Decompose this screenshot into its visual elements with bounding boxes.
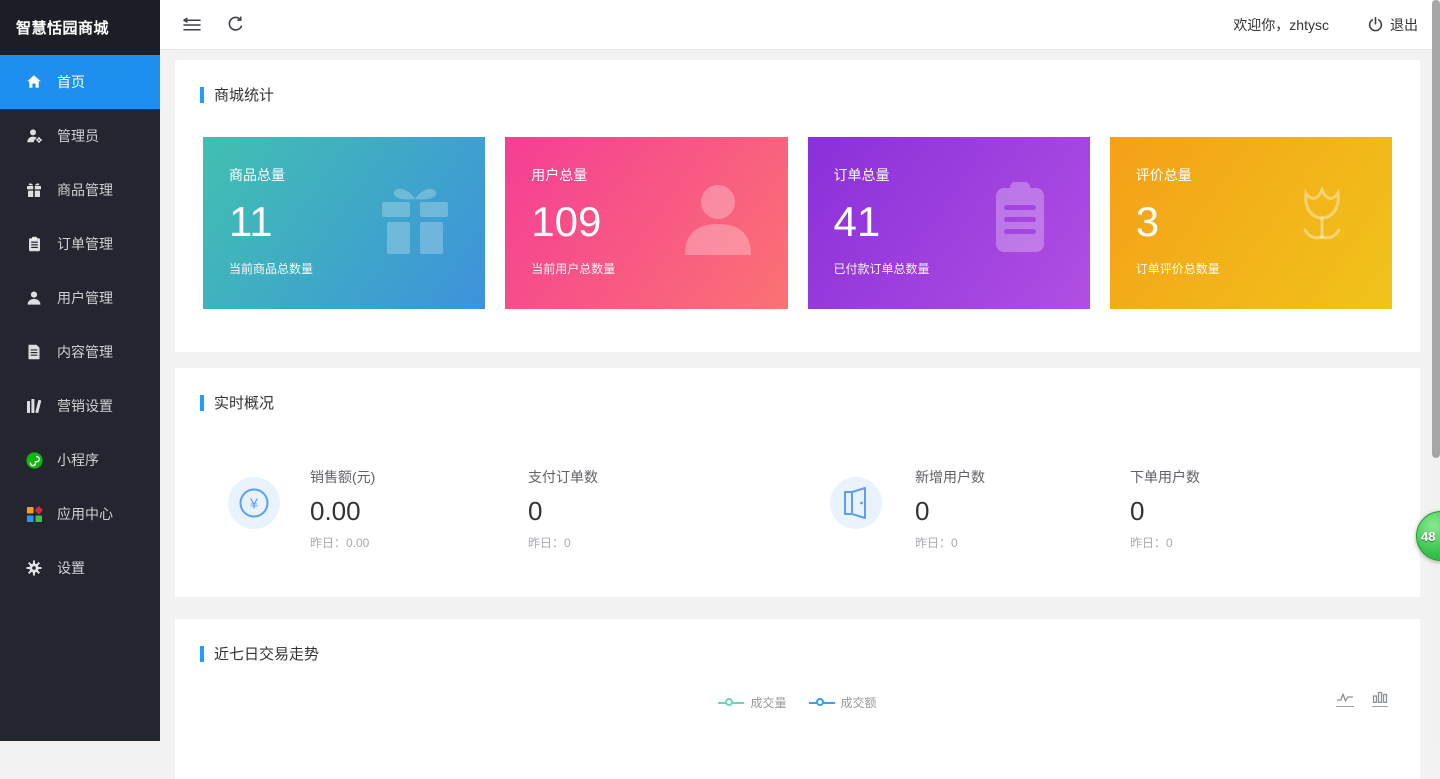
stat-label: 下单用户数 — [1130, 467, 1200, 487]
clipboard-icon — [974, 173, 1066, 270]
stat-yesterday: 昨日：0 — [915, 534, 1130, 551]
legend-item-amount[interactable]: 成交额 — [809, 694, 877, 711]
sidebar-item-miniprogram[interactable]: 小程序 — [0, 433, 160, 487]
badge-count: 48 — [1421, 529, 1435, 544]
power-icon — [1367, 16, 1384, 33]
line-chart-icon[interactable] — [1336, 691, 1354, 707]
stat-paid-orders: 支付订单数 0 昨日：0 — [528, 467, 830, 551]
logout-button[interactable]: 退出 — [1367, 15, 1418, 35]
sidebar-item-products[interactable]: 商品管理 — [0, 163, 160, 217]
logout-label: 退出 — [1390, 15, 1418, 35]
stat-label: 销售额(元) — [310, 467, 528, 487]
trend-panel: 近七日交易走势 成交量 成交额 — [175, 619, 1420, 779]
document-icon — [24, 344, 44, 360]
main-content: 商城统计 商品总量 11 当前商品总数量 用户总量 109 当前用户总数量 — [160, 50, 1432, 779]
app-logo-title: 智慧恬园商城 — [0, 0, 160, 55]
stat-card-reviews: 评价总量 3 订单评价总数量 — [1110, 137, 1392, 309]
legend-label: 成交额 — [841, 694, 877, 711]
sidebar-item-marketing[interactable]: 营销设置 — [0, 379, 160, 433]
legend-marker-icon — [718, 697, 744, 709]
sidebar-item-label: 管理员 — [57, 126, 99, 146]
home-icon — [24, 74, 44, 90]
top-header: 欢迎你，zhtysc 退出 — [160, 0, 1440, 50]
admin-icon — [24, 128, 44, 144]
sidebar-item-label: 营销设置 — [57, 396, 113, 416]
sidebar-item-label: 应用中心 — [57, 504, 113, 524]
section-title-realtime: 实时概况 — [175, 368, 1420, 413]
section-title-text: 实时概况 — [214, 392, 274, 413]
stat-card-users: 用户总量 109 当前用户总数量 — [505, 137, 787, 309]
stat-new-users: 新增用户数 0 昨日：0 — [915, 467, 1130, 551]
scrollbar-thumb[interactable] — [1432, 0, 1440, 458]
apps-grid-icon — [24, 506, 44, 523]
legend-marker-icon — [809, 697, 835, 709]
user-icon — [672, 173, 764, 270]
bar-chart-icon[interactable] — [1372, 691, 1388, 707]
stat-yesterday: 昨日：0.00 — [310, 534, 528, 551]
sidebar-item-settings[interactable]: 设置 — [0, 541, 160, 595]
section-title-text: 商城统计 — [214, 84, 274, 105]
realtime-stats-row: ¥ 销售额(元) 0.00 昨日：0.00 支付订单数 0 昨日：0 新增用户数… — [175, 467, 1420, 551]
flower-icon — [1276, 173, 1368, 270]
legend-label: 成交量 — [750, 694, 786, 711]
sidebar-item-label: 用户管理 — [57, 288, 113, 308]
svg-text:¥: ¥ — [249, 496, 259, 513]
stat-value: 0.00 — [310, 496, 528, 527]
gift-icon — [369, 173, 461, 270]
sidebar: 智慧恬园商城 首页 管理员 商品管理 订单管理 用户管理 内容管理 — [0, 0, 160, 741]
realtime-panel: 实时概况 ¥ 销售额(元) 0.00 昨日：0.00 支付订单数 0 昨日：0 … — [175, 368, 1420, 597]
clipboard-icon — [24, 236, 44, 252]
stat-label: 新增用户数 — [915, 467, 1130, 487]
gear-icon — [24, 560, 44, 576]
stat-sales: 销售额(元) 0.00 昨日：0.00 — [310, 467, 528, 551]
section-title-trend: 近七日交易走势 — [175, 619, 1420, 664]
section-title-mall-stats: 商城统计 — [175, 60, 1420, 105]
chart-toolbox — [1336, 691, 1388, 707]
mall-stats-panel: 商城统计 商品总量 11 当前商品总数量 用户总量 109 当前用户总数量 — [175, 60, 1420, 352]
sidebar-item-label: 首页 — [57, 72, 85, 92]
collapse-menu-icon[interactable] — [182, 17, 202, 33]
sidebar-item-label: 设置 — [57, 558, 85, 578]
sidebar-item-content[interactable]: 内容管理 — [0, 325, 160, 379]
stat-value: 0 — [528, 496, 830, 527]
stat-card-products: 商品总量 11 当前商品总数量 — [203, 137, 485, 309]
section-title-text: 近七日交易走势 — [214, 643, 319, 664]
gift-icon — [24, 182, 44, 198]
title-accent-bar — [200, 87, 204, 103]
refresh-icon[interactable] — [226, 15, 245, 34]
stat-yesterday: 昨日：0 — [1130, 534, 1200, 551]
door-icon — [830, 477, 882, 529]
welcome-text: 欢迎你，zhtysc — [1233, 15, 1329, 35]
legend-item-volume[interactable]: 成交量 — [718, 694, 786, 711]
title-accent-bar — [200, 646, 204, 662]
sidebar-item-label: 内容管理 — [57, 342, 113, 362]
title-accent-bar — [200, 395, 204, 411]
stat-cards-row: 商品总量 11 当前商品总数量 用户总量 109 当前用户总数量 订单总量 41… — [175, 137, 1420, 309]
stat-yesterday: 昨日：0 — [528, 534, 830, 551]
sidebar-item-label: 订单管理 — [57, 234, 113, 254]
stat-card-orders: 订单总量 41 已付款订单总数量 — [808, 137, 1090, 309]
sidebar-item-orders[interactable]: 订单管理 — [0, 217, 160, 271]
page-scrollbar — [1432, 0, 1440, 741]
sidebar-item-admin[interactable]: 管理员 — [0, 109, 160, 163]
miniprogram-icon — [24, 452, 44, 469]
sidebar-item-users[interactable]: 用户管理 — [0, 271, 160, 325]
sidebar-item-home[interactable]: 首页 — [0, 55, 160, 109]
stat-value: 0 — [1130, 496, 1200, 527]
yen-circle-icon: ¥ — [228, 477, 280, 529]
chart-legend: 成交量 成交额 — [175, 694, 1420, 711]
sidebar-item-label: 商品管理 — [57, 180, 113, 200]
user-icon — [24, 290, 44, 306]
stat-ordering-users: 下单用户数 0 昨日：0 — [1130, 467, 1200, 551]
sidebar-item-appcenter[interactable]: 应用中心 — [0, 487, 160, 541]
stat-label: 支付订单数 — [528, 467, 830, 487]
stat-value: 0 — [915, 496, 1130, 527]
sidebar-item-label: 小程序 — [57, 450, 99, 470]
books-icon — [24, 398, 44, 414]
